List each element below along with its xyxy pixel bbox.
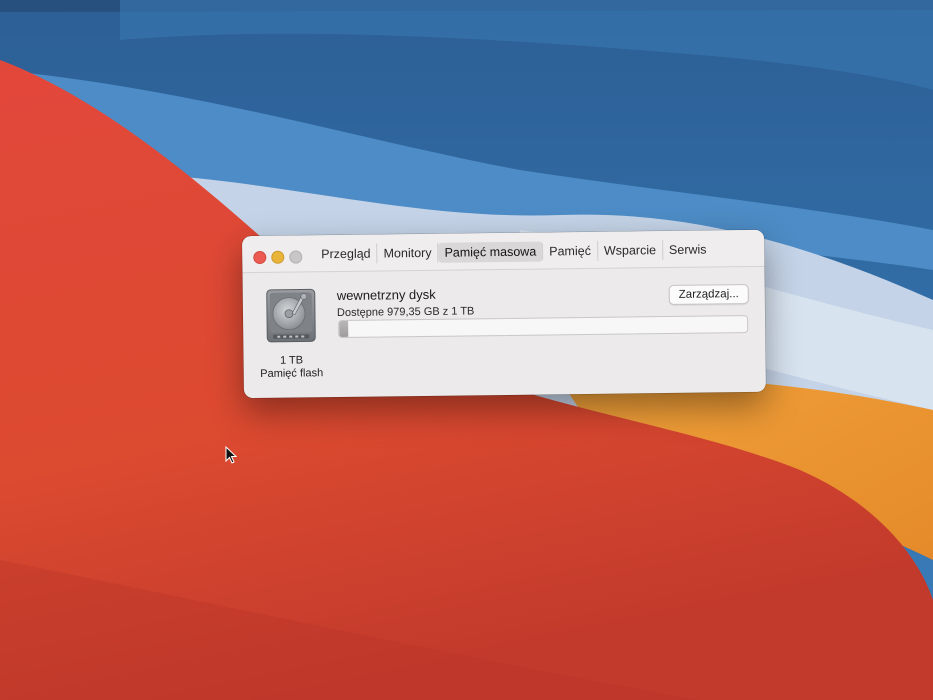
storage-usage-bar bbox=[338, 315, 749, 339]
tab-service[interactable]: Serwis bbox=[663, 239, 713, 260]
minimize-button[interactable] bbox=[271, 250, 285, 264]
close-button[interactable] bbox=[253, 250, 267, 265]
tab-overview[interactable]: Przegląd bbox=[315, 243, 378, 265]
storage-usage-fill bbox=[339, 320, 348, 338]
tab-memory[interactable]: Pamięć bbox=[543, 240, 599, 262]
disk-name: wewnetrzny dysk bbox=[336, 286, 436, 304]
tab-bar: Przegląd Monitory Pamięć masowa Pamięć W… bbox=[315, 238, 713, 265]
mouse-pointer-icon bbox=[225, 445, 238, 464]
maximize-button[interactable] bbox=[289, 250, 303, 264]
disk-available-space: Dostępne 979,35 GB z 1 TB bbox=[336, 305, 475, 320]
tab-storage[interactable]: Pamięć masowa bbox=[438, 241, 544, 263]
disk-capacity: 1 TB bbox=[279, 354, 304, 367]
storage-panel: 1 TB Pamięć flash wewnetrzny dysk Dostęp… bbox=[242, 267, 765, 398]
title-bar: Przegląd Monitory Pamięć masowa Pamięć W… bbox=[242, 229, 765, 274]
disk-type: Pamięć flash bbox=[260, 367, 324, 380]
tab-displays[interactable]: Monitory bbox=[377, 242, 439, 264]
hard-drive-icon bbox=[265, 288, 318, 343]
system-information-window: Przegląd Monitory Pamięć masowa Pamięć W… bbox=[242, 229, 766, 399]
manage-button[interactable]: Zarządzaj... bbox=[668, 284, 749, 305]
tab-support[interactable]: Wsparcie bbox=[597, 240, 664, 261]
